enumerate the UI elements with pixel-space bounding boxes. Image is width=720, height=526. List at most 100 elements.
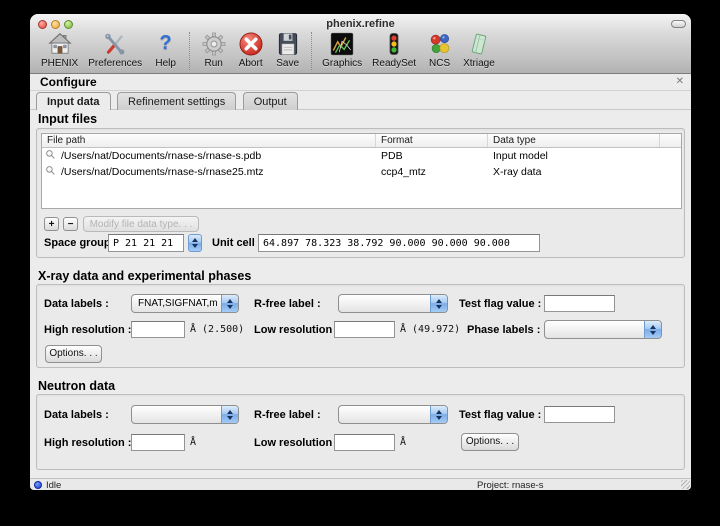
file-path-cell: /Users/nat/Documents/rnase-s/rnase-s.pdb [56,150,376,162]
toolbar-button-readyset[interactable]: ReadySet [367,30,421,69]
xray-test-flag-label: Test flag value : [459,298,541,310]
neutron-section-title: Neutron data [38,379,115,393]
neutron-low-res-field[interactable] [334,434,395,451]
input-files-table: File path Format Data type /Users/nat/Do… [41,133,682,209]
column-header-file-path[interactable]: File path [42,134,376,147]
space-group-field[interactable]: P 21 21 21 [108,234,184,252]
toolbar-button-run[interactable]: Run [195,30,232,69]
status-indicator-icon [34,481,42,489]
toolbar-label: Preferences [88,58,142,69]
column-header-data-type[interactable]: Data type [488,134,660,147]
readyset-traffic-light-icon [381,30,408,57]
toolbar-button-help[interactable]: ? Help [147,30,184,69]
table-row[interactable]: /Users/nat/Documents/rnase-s/rnase-s.pdb… [42,148,681,164]
toolbar-label: Graphics [322,58,362,69]
xray-section-title: X-ray data and experimental phases [38,269,251,283]
graphics-icon [329,30,356,57]
toolbar-button-phenix[interactable]: PHENIX [36,30,83,69]
status-text: Idle [46,480,61,490]
toolbar-button-xtriage[interactable]: Xtriage [458,30,500,69]
neutron-test-flag-label: Test flag value : [459,409,541,421]
column-header-filler [660,134,681,147]
magnifier-icon [42,149,56,163]
close-panel-icon[interactable]: ✕ [676,76,684,87]
xtriage-icon [465,30,492,57]
toolbar-button-graphics[interactable]: Graphics [317,30,367,69]
table-header-row: File path Format Data type [42,134,681,148]
unit-cell-field[interactable]: 64.897 78.323 38.792 90.000 90.000 90.00… [258,234,540,252]
xray-phase-labels-combo[interactable] [544,320,662,339]
toolbar-separator [311,32,312,70]
combo-stepper-icon [644,321,661,338]
tab-refinement-settings[interactable]: Refinement settings [117,92,236,110]
neutron-low-res-hint: Å [400,437,406,448]
tab-output[interactable]: Output [243,92,298,110]
neutron-options-button[interactable]: Options. . . [461,433,519,451]
toolbar-label: Help [155,58,176,69]
neutron-high-res-label: High resolution : [44,437,131,449]
xray-phase-labels-label: Phase labels : [467,324,540,336]
desktop-background: phenix.refine PHENIX [0,0,720,526]
resize-grip[interactable] [681,480,690,489]
neutron-data-labels-combo[interactable] [131,405,239,424]
input-files-groupbox: File path Format Data type /Users/nat/Do… [36,128,685,258]
neutron-test-flag-field[interactable] [544,406,615,423]
toolbar: PHENIX Preferences ? Help [36,30,689,74]
toolbar-button-save[interactable]: Save [269,30,306,69]
xray-high-res-field[interactable] [131,321,185,338]
remove-file-button[interactable]: − [63,217,78,231]
toolbar-button-preferences[interactable]: Preferences [83,30,147,69]
toolbar-button-ncs[interactable]: NCS [421,30,458,69]
space-group-stepper[interactable] [188,234,202,252]
toolbar-label: ReadySet [372,58,416,69]
xray-high-res-hint: Å (2.500) [190,324,244,335]
modify-file-data-type-button[interactable]: Modify file data type. . . [83,216,199,232]
input-files-section-title: Input files [38,112,97,126]
stepper-down-icon [192,244,198,248]
phenix-home-icon [46,30,73,57]
toolbar-button-abort[interactable]: Abort [232,30,269,69]
tab-bar: Input data Refinement settings Output [30,92,691,110]
neutron-rfree-combo[interactable] [338,405,448,424]
preferences-tools-icon [102,30,129,57]
column-header-format[interactable]: Format [376,134,488,147]
xray-groupbox: Data labels : FNAT,SIGFNAT,me... R-free … [36,284,685,368]
toolbar-label: Run [204,58,222,69]
neutron-data-labels-label: Data labels : [44,409,109,421]
configure-header: Configure ✕ [30,74,691,91]
toolbar-label: Save [276,58,299,69]
save-icon [274,30,301,57]
xray-data-labels-combo[interactable]: FNAT,SIGFNAT,me... [131,294,239,313]
unit-cell-label: Unit cell : [212,237,262,249]
file-path-cell: /Users/nat/Documents/rnase-s/rnase25.mtz [56,166,376,178]
toolbar-toggle-button[interactable] [671,20,686,28]
help-icon: ? [152,30,179,57]
phenix-refine-window: phenix.refine PHENIX [30,14,691,490]
toolbar-label: NCS [429,58,450,69]
space-group-label: Space group : [44,237,117,249]
xray-options-button[interactable]: Options. . . [45,345,102,363]
neutron-rfree-label: R-free label : [254,409,321,421]
data-type-cell: Input model [488,150,660,162]
combo-stepper-icon [221,406,238,423]
xray-data-labels-label: Data labels : [44,298,109,310]
neutron-high-res-hint: Å [190,437,196,448]
xray-rfree-combo[interactable] [338,294,448,313]
window-chrome: phenix.refine PHENIX [30,14,691,74]
neutron-high-res-field[interactable] [131,434,185,451]
abort-icon [237,30,264,57]
run-gear-icon [200,30,227,57]
add-file-button[interactable]: + [44,217,59,231]
xray-low-res-field[interactable] [334,321,395,338]
tab-input-data[interactable]: Input data [36,92,111,110]
magnifier-icon [42,165,56,179]
xray-test-flag-field[interactable] [544,295,615,312]
toolbar-label: Abort [239,58,263,69]
table-row[interactable]: /Users/nat/Documents/rnase-s/rnase25.mtz… [42,164,681,180]
xray-low-res-label: Low resolution : [254,324,339,336]
toolbar-separator [189,32,190,70]
window-title: phenix.refine [30,18,691,30]
format-cell: ccp4_mtz [376,166,488,178]
combo-value: FNAT,SIGFNAT,me... [138,298,218,309]
ncs-icon [426,30,453,57]
